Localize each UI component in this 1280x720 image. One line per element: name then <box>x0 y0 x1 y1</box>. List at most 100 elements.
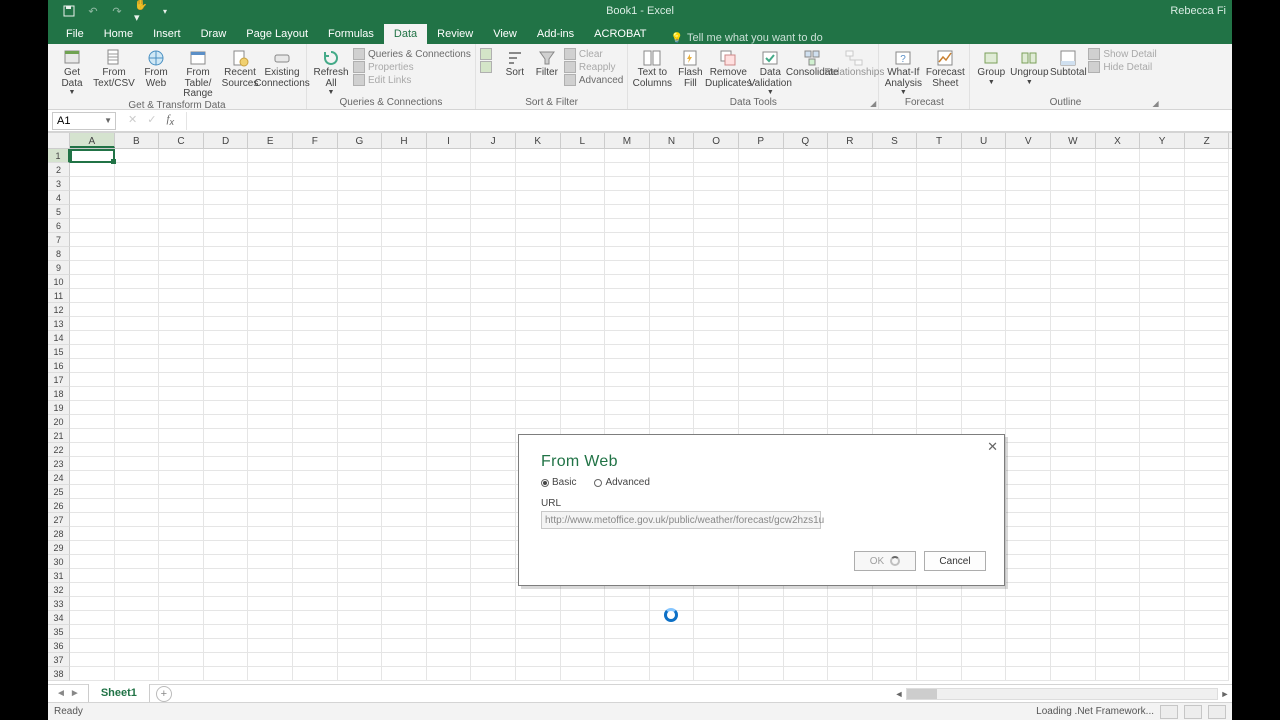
save-icon[interactable] <box>62 4 76 18</box>
cell[interactable] <box>873 653 918 667</box>
cell[interactable] <box>248 541 293 555</box>
cell[interactable] <box>784 247 829 261</box>
cell[interactable] <box>382 485 427 499</box>
cell[interactable] <box>382 149 427 163</box>
cell[interactable] <box>382 387 427 401</box>
refresh-all-button[interactable]: Refresh All▼ <box>311 46 351 96</box>
cell[interactable] <box>427 331 472 345</box>
cell[interactable] <box>159 625 204 639</box>
cell[interactable] <box>338 457 383 471</box>
cell[interactable] <box>471 471 516 485</box>
cell[interactable] <box>338 569 383 583</box>
cell[interactable] <box>248 303 293 317</box>
cell[interactable] <box>605 219 650 233</box>
cell[interactable] <box>248 457 293 471</box>
cell[interactable] <box>739 667 784 681</box>
cell[interactable] <box>293 177 338 191</box>
cell[interactable] <box>1140 205 1185 219</box>
cell[interactable] <box>338 541 383 555</box>
cell[interactable] <box>1051 401 1096 415</box>
cell[interactable] <box>293 555 338 569</box>
cell[interactable] <box>650 149 695 163</box>
cell[interactable] <box>917 667 962 681</box>
horizontal-scrollbar[interactable]: ◄ ► <box>892 687 1232 701</box>
row-header[interactable]: 23 <box>48 457 70 471</box>
cell[interactable] <box>828 303 873 317</box>
cell[interactable] <box>427 415 472 429</box>
cell[interactable] <box>204 177 249 191</box>
cell[interactable] <box>694 261 739 275</box>
cell[interactable] <box>338 597 383 611</box>
cell[interactable] <box>159 583 204 597</box>
cell[interactable] <box>561 359 606 373</box>
cell[interactable] <box>873 247 918 261</box>
cell[interactable] <box>1006 639 1051 653</box>
cell[interactable] <box>694 247 739 261</box>
cell[interactable] <box>159 541 204 555</box>
cell[interactable] <box>1096 597 1141 611</box>
column-header[interactable]: M <box>605 133 650 148</box>
column-header[interactable]: A <box>70 133 115 148</box>
column-header[interactable]: L <box>561 133 606 148</box>
cell[interactable] <box>204 247 249 261</box>
cell[interactable] <box>471 219 516 233</box>
cell[interactable] <box>516 317 561 331</box>
cell[interactable] <box>427 275 472 289</box>
cell[interactable] <box>293 359 338 373</box>
cell[interactable] <box>248 219 293 233</box>
row-header[interactable]: 20 <box>48 415 70 429</box>
column-header[interactable]: C <box>159 133 204 148</box>
cell[interactable] <box>561 415 606 429</box>
cell[interactable] <box>873 331 918 345</box>
cell[interactable] <box>1051 611 1096 625</box>
cell[interactable] <box>917 247 962 261</box>
cell[interactable] <box>1006 569 1051 583</box>
tab-insert[interactable]: Insert <box>143 24 191 44</box>
cell[interactable] <box>338 275 383 289</box>
cell[interactable] <box>248 317 293 331</box>
cell[interactable] <box>962 289 1007 303</box>
cell[interactable] <box>784 415 829 429</box>
cell[interactable] <box>694 359 739 373</box>
sort-az-button[interactable] <box>480 48 498 60</box>
cell[interactable] <box>1096 667 1141 681</box>
cell[interactable] <box>561 149 606 163</box>
cell[interactable] <box>293 443 338 457</box>
cell[interactable] <box>382 275 427 289</box>
cell[interactable] <box>516 163 561 177</box>
cell[interactable] <box>516 345 561 359</box>
cell[interactable] <box>1006 219 1051 233</box>
cell[interactable] <box>1006 429 1051 443</box>
cell[interactable] <box>115 303 160 317</box>
cell[interactable] <box>694 275 739 289</box>
cell[interactable] <box>427 443 472 457</box>
cell[interactable] <box>382 289 427 303</box>
cell[interactable] <box>248 275 293 289</box>
cell[interactable] <box>1140 597 1185 611</box>
cell[interactable] <box>962 373 1007 387</box>
cell[interactable] <box>1185 331 1230 345</box>
cell[interactable] <box>159 611 204 625</box>
cell[interactable] <box>159 639 204 653</box>
cell[interactable] <box>1006 555 1051 569</box>
cell[interactable] <box>873 317 918 331</box>
cell[interactable] <box>293 331 338 345</box>
cell[interactable] <box>650 275 695 289</box>
cell[interactable] <box>293 653 338 667</box>
cell[interactable] <box>516 359 561 373</box>
cell[interactable] <box>293 625 338 639</box>
cell[interactable] <box>917 303 962 317</box>
cell[interactable] <box>739 401 784 415</box>
cell[interactable] <box>204 219 249 233</box>
reapply-button[interactable]: Reapply <box>564 61 623 73</box>
cell[interactable] <box>204 611 249 625</box>
cell[interactable] <box>694 163 739 177</box>
cell[interactable] <box>828 653 873 667</box>
cell[interactable] <box>159 401 204 415</box>
sheet-nav-next-icon[interactable]: ► <box>70 688 80 699</box>
cell[interactable] <box>650 331 695 345</box>
cell[interactable] <box>1185 597 1230 611</box>
cell[interactable] <box>561 345 606 359</box>
cell[interactable] <box>115 485 160 499</box>
cell[interactable] <box>739 289 784 303</box>
